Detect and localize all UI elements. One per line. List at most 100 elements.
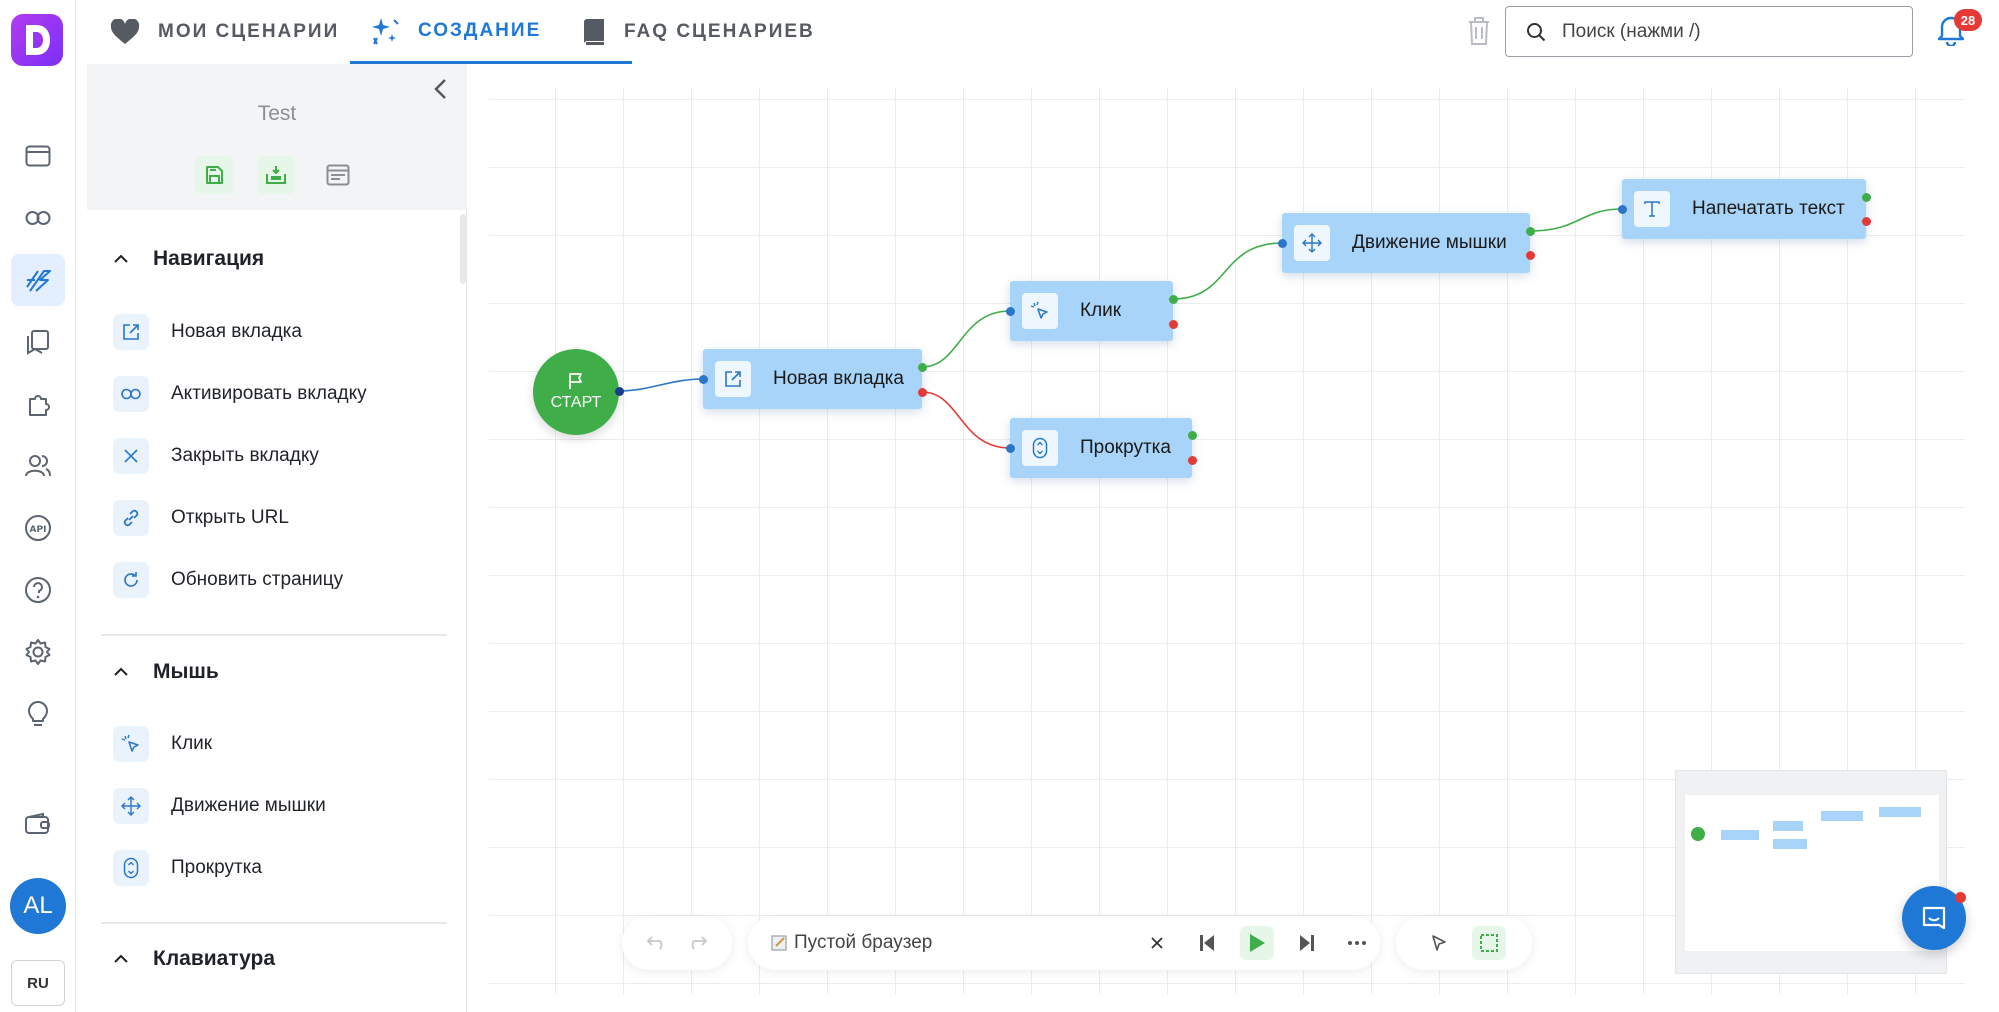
user-avatar[interactable]: AL	[10, 878, 66, 934]
rail-help-icon[interactable]	[11, 564, 65, 616]
block-open-url[interactable]: Открыть URL	[113, 500, 289, 536]
rail-bookmarks-icon[interactable]	[11, 316, 65, 368]
node-new-tab[interactable]: Новая вкладка	[703, 349, 922, 409]
node-input-port[interactable]	[1278, 239, 1287, 248]
node-type-text[interactable]: Напечатать текст	[1622, 179, 1866, 239]
minimap-node	[1773, 821, 1803, 831]
block-new-tab[interactable]: Новая вкладка	[113, 314, 302, 350]
tab-my-scenarios[interactable]: МОИ СЦЕНАРИИ	[90, 0, 359, 64]
sparkle-icon	[372, 17, 399, 44]
rail-settings-icon[interactable]	[11, 626, 65, 678]
trash-icon[interactable]	[1466, 16, 1496, 46]
clear-browser-icon[interactable]	[1140, 926, 1174, 960]
node-input-port[interactable]	[1006, 307, 1015, 316]
start-node[interactable]: СТАРТ	[533, 349, 619, 435]
area-select-icon[interactable]	[1472, 926, 1506, 960]
tab-label: МОИ СЦЕНАРИИ	[158, 21, 340, 42]
redo-icon[interactable]	[680, 926, 714, 960]
node-error-port[interactable]	[1862, 217, 1871, 226]
search-input[interactable]: Поиск (нажми /)	[1505, 6, 1913, 57]
node-click[interactable]: Клик	[1010, 281, 1173, 341]
node-success-port[interactable]	[1169, 295, 1178, 304]
node-input-port[interactable]	[1006, 444, 1015, 453]
block-click[interactable]: Клик	[113, 726, 212, 762]
minimap-start	[1691, 827, 1705, 841]
browser-selector[interactable]: Пустой браузер	[770, 932, 932, 954]
book-icon	[584, 19, 604, 45]
node-input-port[interactable]	[1618, 205, 1627, 214]
node-scroll[interactable]: Прокрутка	[1010, 418, 1192, 478]
rail-users-icon[interactable]	[11, 440, 65, 492]
block-label: Открыть URL	[171, 507, 289, 528]
browser-label: Пустой браузер	[794, 932, 933, 953]
section-keyboard[interactable]: Клавиатура	[113, 947, 275, 971]
search-placeholder: Поиск (нажми /)	[1562, 20, 1701, 42]
rail-ideas-icon[interactable]	[11, 688, 65, 740]
divider	[101, 922, 447, 924]
divider	[101, 634, 447, 636]
step-forward-icon[interactable]	[1290, 926, 1324, 960]
minimap-node	[1773, 839, 1807, 849]
rail-link-icon[interactable]	[11, 192, 65, 244]
node-success-port[interactable]	[1188, 431, 1197, 440]
rail-extensions-icon[interactable]	[11, 378, 65, 430]
save-icon[interactable]	[195, 156, 233, 194]
more-options-icon[interactable]	[1340, 926, 1374, 960]
node-input-port[interactable]	[699, 375, 708, 384]
publish-icon[interactable]	[257, 156, 295, 194]
block-label: Новая вкладка	[171, 321, 302, 342]
heart-icon	[110, 19, 140, 44]
rail-api-icon[interactable]: API	[11, 502, 65, 554]
block-activate-tab[interactable]: Активировать вкладку	[113, 376, 367, 412]
node-error-port[interactable]	[1188, 456, 1197, 465]
undo-icon[interactable]	[640, 926, 674, 960]
log-icon[interactable]	[319, 156, 357, 194]
block-label: Движение мышки	[171, 795, 326, 816]
avatar-initials: AL	[23, 892, 53, 919]
chat-icon	[1922, 906, 1946, 930]
external-link-icon	[113, 314, 149, 350]
close-icon	[113, 438, 149, 474]
block-scroll[interactable]: Прокрутка	[113, 850, 262, 886]
start-label: СТАРТ	[550, 394, 602, 411]
block-mouse-move[interactable]: Движение мышки	[113, 788, 326, 824]
tab-label: FAQ СЦЕНАРИЕВ	[624, 21, 815, 42]
node-error-port[interactable]	[1526, 251, 1535, 260]
node-success-port[interactable]	[918, 363, 927, 372]
tab-faq[interactable]: FAQ СЦЕНАРИЕВ	[562, 0, 835, 64]
block-close-tab[interactable]: Закрыть вкладку	[113, 438, 319, 474]
section-navigation[interactable]: Навигация	[113, 247, 264, 271]
chevron-up-icon	[114, 254, 128, 263]
node-mouse-move[interactable]: Движение мышки	[1282, 213, 1530, 273]
node-success-port[interactable]	[1862, 193, 1871, 202]
app-logo[interactable]	[11, 14, 63, 66]
cursor-click-icon	[1022, 293, 1058, 329]
step-back-icon[interactable]	[1190, 926, 1224, 960]
node-label: Клик	[1080, 300, 1122, 321]
rail-wallet-icon[interactable]	[11, 798, 65, 850]
block-refresh-page[interactable]: Обновить страницу	[113, 562, 343, 598]
rail-browser-icon[interactable]	[11, 130, 65, 182]
panel-scrollbar[interactable]	[460, 214, 466, 284]
select-pointer-icon[interactable]	[1422, 926, 1456, 960]
node-label: Новая вкладка	[773, 368, 904, 389]
rail-scenarios-icon[interactable]	[11, 254, 65, 306]
canvas-minimap[interactable]	[1675, 770, 1947, 974]
scroll-mouse-icon	[1022, 430, 1058, 466]
node-error-port[interactable]	[918, 388, 927, 397]
minimap-node	[1721, 830, 1759, 840]
top-bar: МОИ СЦЕНАРИИ СОЗДАНИЕ FAQ СЦЕНАРИЕВ Поис…	[76, 0, 1999, 64]
start-output-port[interactable]	[615, 387, 624, 396]
minimap-viewport	[1685, 795, 1939, 951]
move-arrows-icon	[113, 788, 149, 824]
collapse-panel-icon[interactable]	[431, 74, 455, 104]
block-label: Закрыть вкладку	[171, 445, 319, 466]
node-success-port[interactable]	[1526, 227, 1535, 236]
block-label: Активировать вкладку	[171, 383, 367, 404]
play-icon[interactable]	[1240, 926, 1274, 960]
section-title: Клавиатура	[153, 947, 276, 970]
section-mouse[interactable]: Мышь	[113, 660, 219, 684]
node-error-port[interactable]	[1169, 320, 1178, 329]
language-label: RU	[27, 974, 49, 992]
language-switch[interactable]: RU	[11, 960, 65, 1006]
